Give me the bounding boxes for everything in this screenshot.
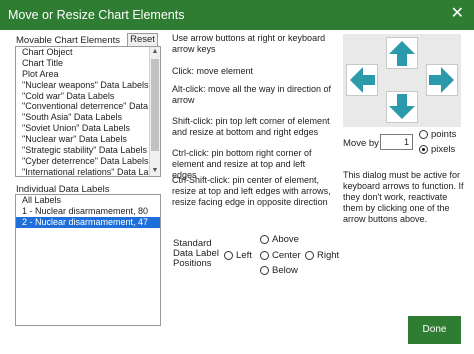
list-item[interactable]: All Labels (16, 195, 160, 206)
list-item[interactable]: "South Asia" Data Labels (16, 112, 160, 123)
scroll-up-icon[interactable]: ▲ (150, 47, 160, 57)
close-icon[interactable]: ✕ (451, 5, 464, 23)
window-title: Move or Resize Chart Elements (8, 8, 185, 22)
move-right-button[interactable] (426, 64, 458, 96)
reset-button[interactable]: Reset (127, 33, 158, 47)
arrow-pad (343, 34, 461, 127)
move-by-label: Move by (343, 138, 379, 149)
keyboard-note: This dialog must be active for keyboard … (343, 170, 464, 224)
individual-labels-list[interactable]: All Labels 1 - Nuclear disarmamement, 80 2… (15, 194, 161, 326)
list-item[interactable]: Plot Area (16, 69, 160, 80)
move-down-button[interactable] (386, 91, 418, 123)
list-item[interactable]: "International relations" Data Labels (16, 167, 160, 176)
position-below-radio[interactable] (260, 266, 269, 275)
position-right-radio[interactable] (305, 251, 314, 260)
list-item[interactable]: "Cyber deterrence" Data Labels (16, 156, 160, 167)
help-shift-click: Shift-click: pin top left corner of elem… (172, 116, 330, 137)
position-above-radio[interactable] (260, 235, 269, 244)
title-bar: Move or Resize Chart Elements ✕ (0, 0, 474, 30)
position-right-label: Right (317, 250, 340, 261)
help-click: Click: move element (172, 66, 254, 76)
arrow-down-icon (389, 94, 415, 119)
move-up-button[interactable] (386, 37, 418, 69)
scroll-down-icon[interactable]: ▼ (150, 166, 160, 176)
position-left-label: Left (236, 250, 252, 261)
done-button[interactable]: Done (408, 316, 461, 344)
list-item[interactable]: "Cold war" Data Labels (16, 91, 160, 102)
pixels-radio[interactable] (419, 145, 428, 154)
movable-elements-heading: Movable Chart Elements (16, 35, 121, 46)
help-ctrl-shift-click: Ctrl-Shift-click: pin center of element,… (172, 175, 331, 207)
position-center-radio[interactable] (260, 251, 269, 260)
help-alt-click: Alt-click: move all the way in direction… (172, 84, 332, 105)
help-intro: Use arrow buttons at right or keyboard a… (172, 33, 326, 54)
list-item[interactable]: "Nuclear weapons" Data Labels (16, 80, 160, 91)
movable-elements-list[interactable]: Chart Object Chart Title Plot Area "Nuclear… (15, 46, 161, 177)
points-radio[interactable] (419, 130, 428, 139)
list-item[interactable]: "Strategic stability" Data Labels (16, 145, 160, 156)
list-item[interactable]: Chart Title (16, 58, 160, 69)
move-left-button[interactable] (346, 64, 378, 96)
movable-list-scrollbar[interactable]: ▲ ▼ (149, 47, 160, 176)
scroll-thumb[interactable] (151, 59, 159, 151)
points-label: points (431, 129, 457, 140)
arrow-left-icon (350, 67, 375, 93)
arrow-right-icon (429, 67, 454, 93)
position-below-label: Below (272, 265, 298, 276)
move-by-input[interactable]: 1 (380, 134, 413, 150)
positions-label-line3: Positions (173, 258, 212, 269)
list-item[interactable]: Chart Object (16, 47, 160, 58)
arrow-up-icon (389, 41, 415, 66)
list-item[interactable]: 2 - Nuclear disarmamement, 47 (16, 216, 160, 228)
pixels-label: pixels (431, 144, 456, 155)
position-left-radio[interactable] (224, 251, 233, 260)
list-item[interactable]: "Nuclear war" Data Labels (16, 134, 160, 145)
list-item[interactable]: 1 - Nuclear disarmamement, 80 (16, 206, 160, 217)
position-center-label: Center (272, 250, 301, 261)
position-above-label: Above (272, 234, 299, 245)
list-item[interactable]: "Soviet Union" Data Labels (16, 123, 160, 134)
list-item[interactable]: "Conventional deterrence" Data Labels (16, 101, 160, 112)
